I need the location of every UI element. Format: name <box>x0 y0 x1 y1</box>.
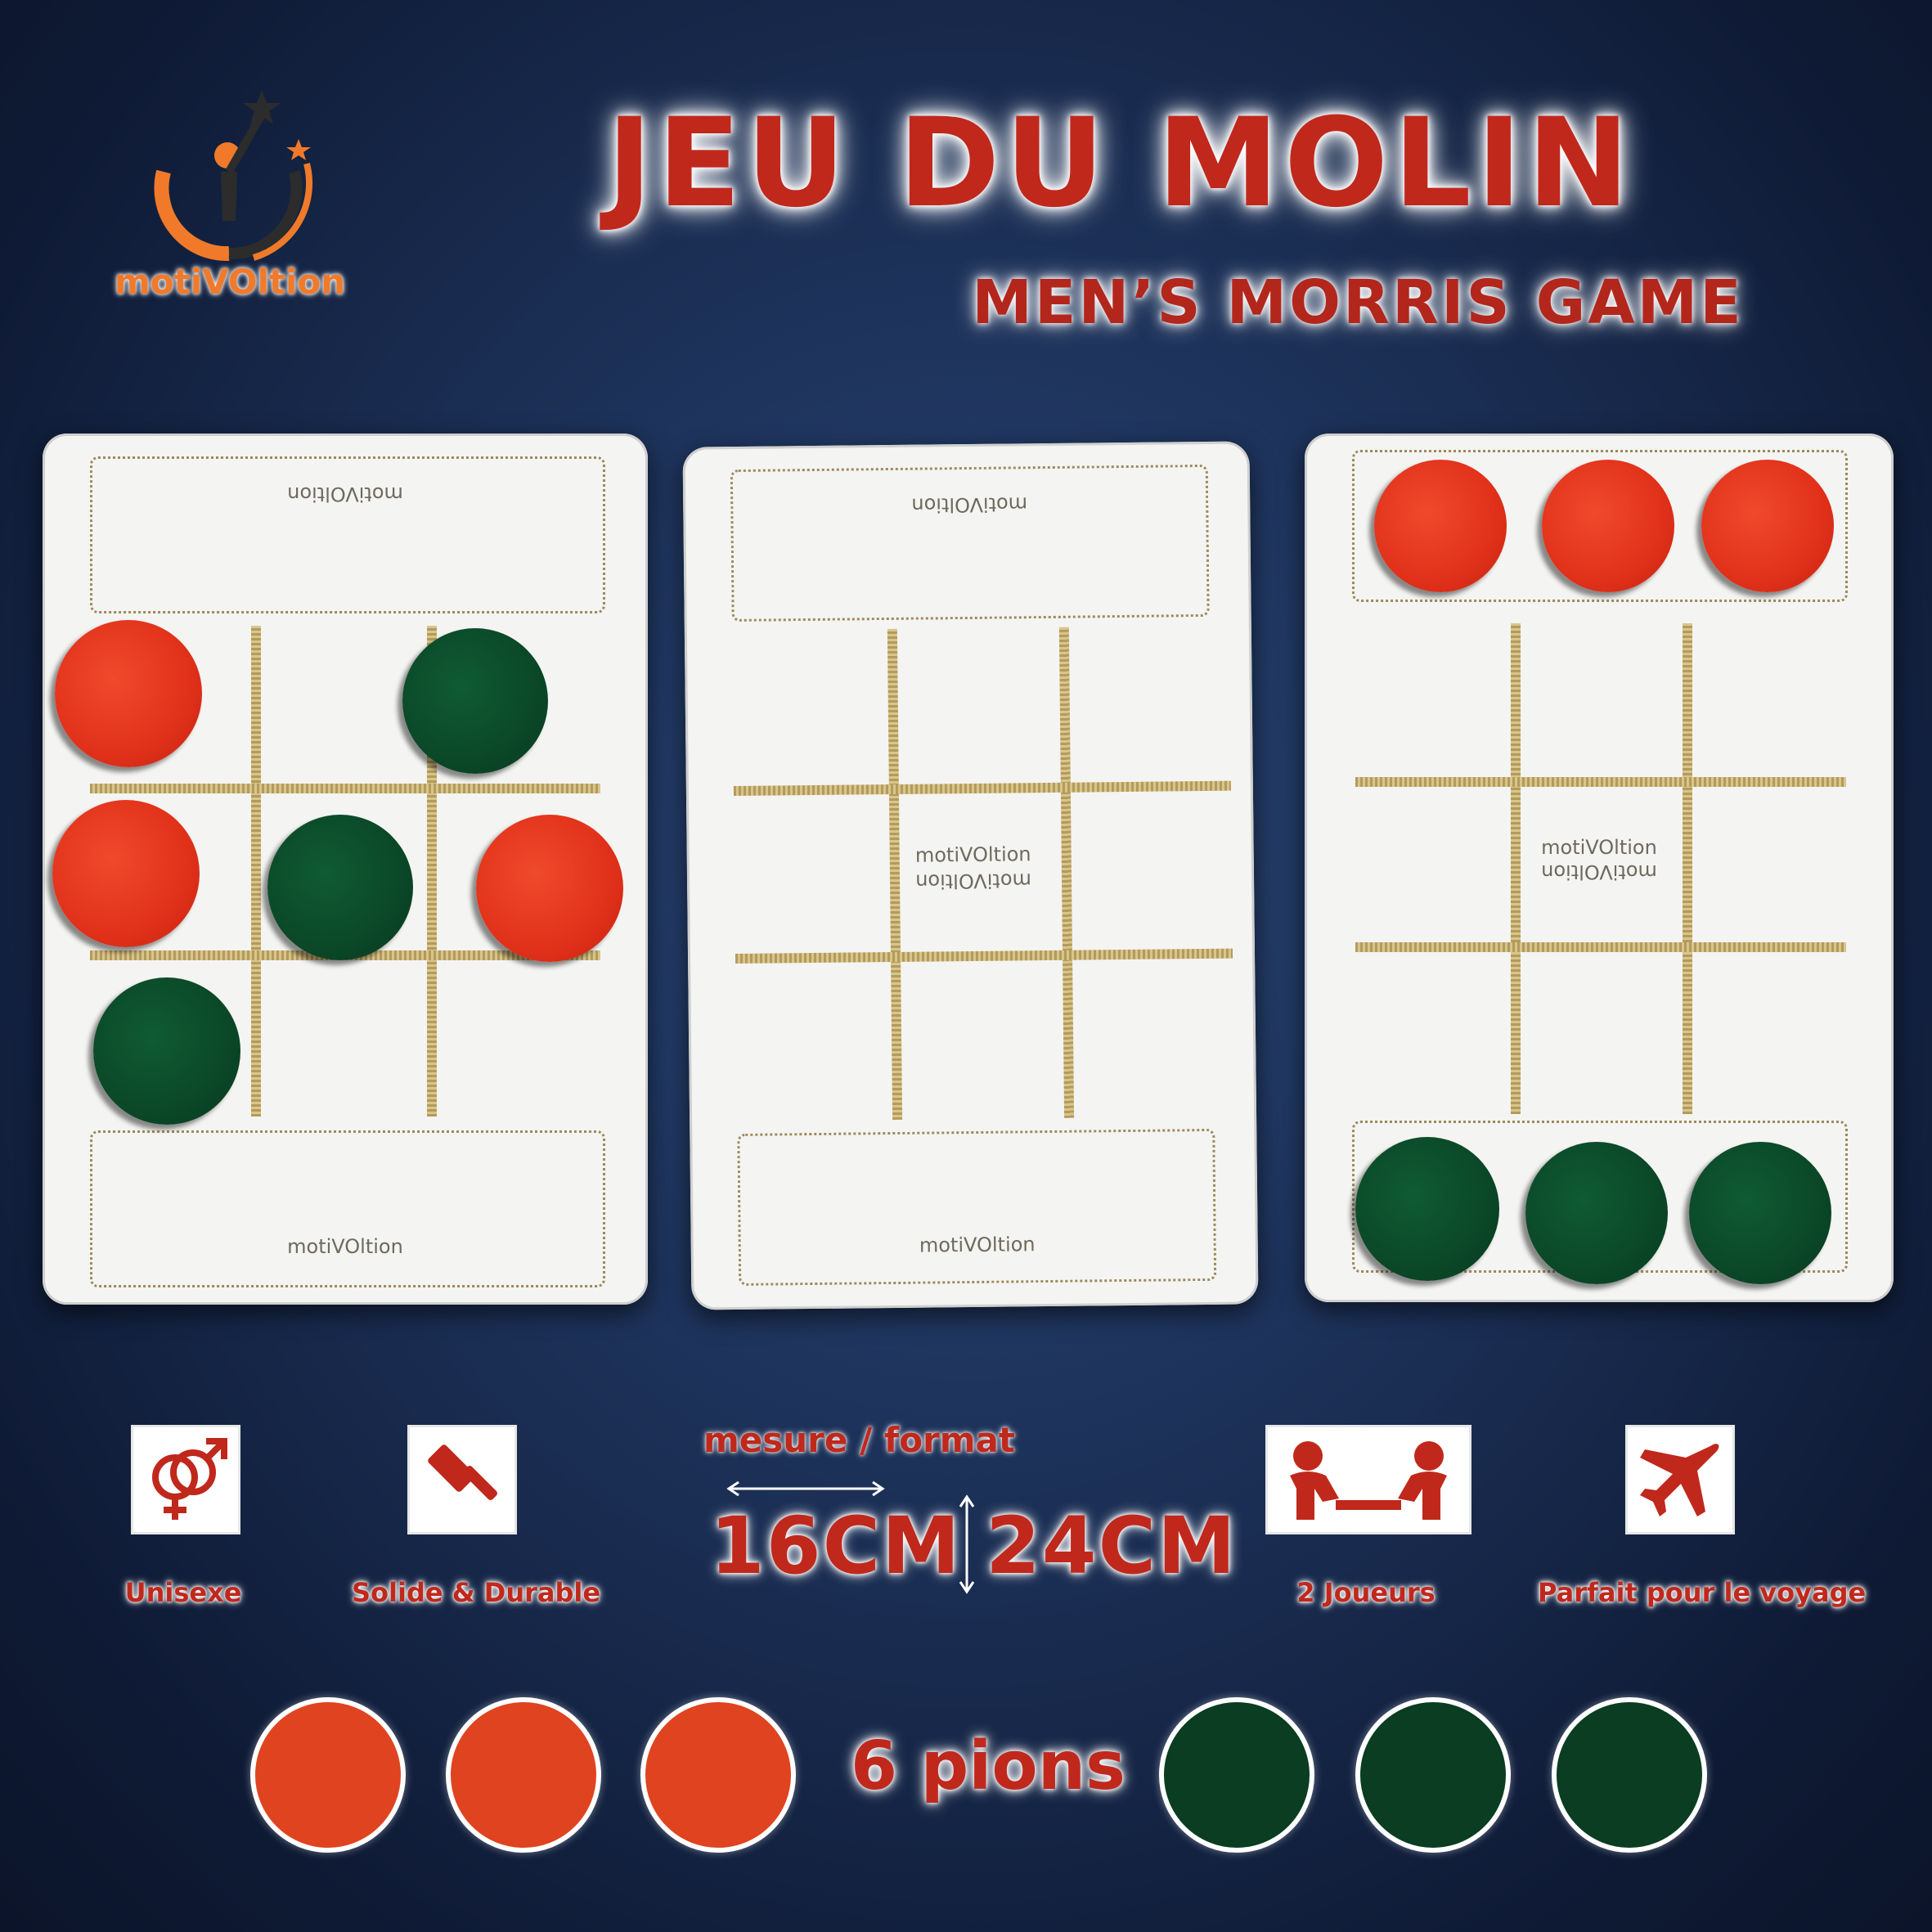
board-bottom-frame <box>737 1128 1217 1286</box>
red-pawn[interactable] <box>476 815 623 962</box>
red-pawn[interactable] <box>55 620 202 767</box>
board-empty: motiVOltion motiVOltion motiVOltion moti… <box>682 441 1259 1310</box>
red-pawn-sample <box>250 1697 406 1853</box>
gavel-icon <box>428 1445 497 1500</box>
board-brand-label: motiVOltion <box>287 1235 403 1258</box>
grid-line <box>735 948 1233 964</box>
page-subtitle: MEN’S MORRIS GAME <box>972 267 1744 338</box>
travel-feature <box>1625 1425 1735 1534</box>
gender-icon <box>152 1438 227 1520</box>
red-pawn[interactable] <box>1542 460 1674 592</box>
grid-line <box>1355 777 1846 787</box>
green-pawn[interactable] <box>1689 1142 1831 1284</box>
board-center-brand: motiVOltion <box>1541 836 1657 859</box>
board-center-brand-flipped: motiVOltion <box>915 869 1032 893</box>
page-title: JEU DU MOLIN <box>606 92 1635 235</box>
green-pawn-sample <box>1355 1697 1511 1853</box>
red-pawn-sample <box>446 1697 601 1853</box>
red-pawn[interactable] <box>52 800 200 947</box>
board-top-frame <box>730 464 1210 622</box>
board-brand-label: motiVOltion <box>911 492 1028 517</box>
green-pawn-sample <box>1552 1697 1707 1853</box>
durable-feature <box>407 1425 517 1534</box>
board-top-frame <box>90 456 605 613</box>
red-pawn[interactable] <box>1701 460 1834 592</box>
board-center-brand: motiVOltion <box>914 842 1031 867</box>
height-arrow-icon <box>959 1494 975 1594</box>
green-pawn[interactable] <box>93 977 240 1125</box>
players-feature <box>1265 1425 1471 1534</box>
board-bottom-frame <box>90 1130 605 1287</box>
grid-line <box>733 780 1231 797</box>
width-arrow-icon <box>726 1480 885 1497</box>
board-center-brand-flipped: motiVOltion <box>1541 860 1657 883</box>
pawns-count-label: 6 pions <box>851 1728 1126 1805</box>
dimensions-caption: mesure / format <box>703 1420 1015 1460</box>
grid-line <box>1355 942 1846 952</box>
height-value: 24CM <box>986 1500 1238 1592</box>
unisex-label: Unisexe <box>124 1577 242 1608</box>
green-pawn-sample <box>1159 1697 1314 1853</box>
brand-logo-text: motiVOltion <box>115 262 346 302</box>
red-pawn-sample <box>640 1697 796 1853</box>
grid-line <box>251 626 261 1117</box>
board-start: motiVOltion motiVOltion <box>1305 434 1894 1302</box>
grid-line <box>90 784 600 793</box>
red-pawn[interactable] <box>1374 460 1507 592</box>
green-pawn[interactable] <box>1525 1142 1668 1284</box>
board-brand-label: motiVOltion <box>287 483 403 505</box>
board-in-play: motiVOltion motiVOltion <box>43 434 648 1305</box>
green-pawn[interactable] <box>267 815 413 960</box>
players-label: 2 Joueurs <box>1296 1577 1436 1608</box>
green-pawn[interactable] <box>1355 1137 1499 1281</box>
green-pawn[interactable] <box>402 628 548 774</box>
unisex-feature <box>131 1425 240 1534</box>
airplane-icon <box>1640 1444 1719 1516</box>
width-value: 16CM <box>710 1500 962 1592</box>
board-brand-label: motiVOltion <box>919 1233 1036 1257</box>
two-players-icon <box>1290 1441 1447 1520</box>
durable-label: Solide & Durable <box>352 1577 601 1608</box>
travel-label: Parfait pour le voyage <box>1538 1577 1867 1608</box>
